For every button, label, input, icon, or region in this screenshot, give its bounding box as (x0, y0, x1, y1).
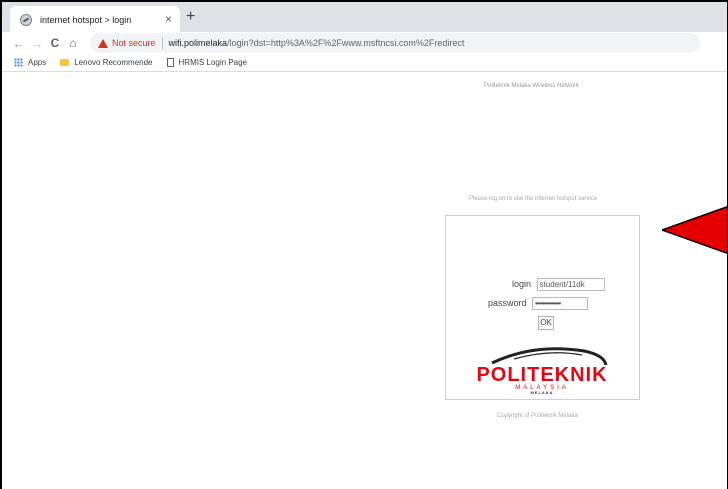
new-tab-button[interactable]: + (186, 8, 195, 26)
logo-sub2-text: MELAKA (530, 390, 553, 395)
url-path: /login?dst=http%3A%2F%2Fwww.msftncsi.com… (227, 38, 465, 48)
password-input[interactable]: •••••••••••••• (532, 297, 589, 310)
bookmarks-bar: Apps Lenovo Recommende HRMIS Login Page (2, 54, 727, 72)
tab-title: internet hotspot > login (40, 15, 132, 25)
username-input[interactable]: student/11dk (536, 278, 605, 291)
omnibox-divider (161, 37, 163, 49)
page-header: Politeknik Melaka Wireless Network (484, 83, 580, 89)
apps-grid-icon (14, 58, 23, 67)
globe-icon (20, 14, 32, 26)
close-icon[interactable]: × (165, 12, 172, 26)
login-prompt: Please log on to use the internet hotspo… (469, 196, 598, 202)
politeknik-logo: POLITEKNIK MALAYSIA MELAKA (476, 347, 608, 395)
security-indicator[interactable]: Not secure (112, 38, 156, 48)
tab-hotspot-login[interactable]: internet hotspot > login × (10, 6, 180, 34)
logo-main-text: POLITEKNIK (476, 364, 607, 386)
home-button[interactable]: ⌂ (64, 36, 82, 50)
red-pointer-arrow (662, 205, 727, 255)
address-bar[interactable]: Not secure wifi.polimelaka/login?dst=htt… (90, 33, 700, 53)
bookmark-apps[interactable]: Apps (14, 58, 46, 67)
browser-window: internet hotspot > login × + ← → C ⌂ Not… (0, 0, 728, 489)
bookmark-hrmis[interactable]: HRMIS Login Page (166, 58, 247, 67)
ok-button[interactable]: OK (538, 316, 554, 330)
url-host: wifi.polimelaka (168, 38, 228, 48)
reload-button[interactable]: C (46, 36, 64, 50)
toolbar: ← → C ⌂ Not secure wifi.polimelaka/login… (2, 32, 727, 54)
page-content: Politeknik Melaka Wireless Network Pleas… (2, 73, 727, 489)
back-button[interactable]: ← (10, 36, 28, 51)
tab-strip: internet hotspot > login × + (2, 0, 727, 34)
login-row: login student/11dk (512, 278, 605, 291)
login-label: login (512, 278, 532, 289)
bookmark-lenovo[interactable]: Lenovo Recommende (60, 58, 153, 67)
bookmark-label: Apps (28, 58, 47, 67)
password-row: password •••••••••••••• (488, 297, 589, 310)
folder-icon (60, 59, 70, 66)
bookmark-label: Lenovo Recommende (74, 58, 153, 67)
bookmark-label: HRMIS Login Page (178, 58, 247, 67)
password-label: password (488, 297, 527, 308)
forward-button[interactable]: → (28, 36, 46, 51)
warning-icon (98, 38, 108, 48)
copyright-text: Copyright of Politeknik Melaka (497, 413, 578, 419)
page-icon (166, 58, 174, 67)
login-box: login student/11dk password ••••••••••••… (445, 215, 640, 400)
